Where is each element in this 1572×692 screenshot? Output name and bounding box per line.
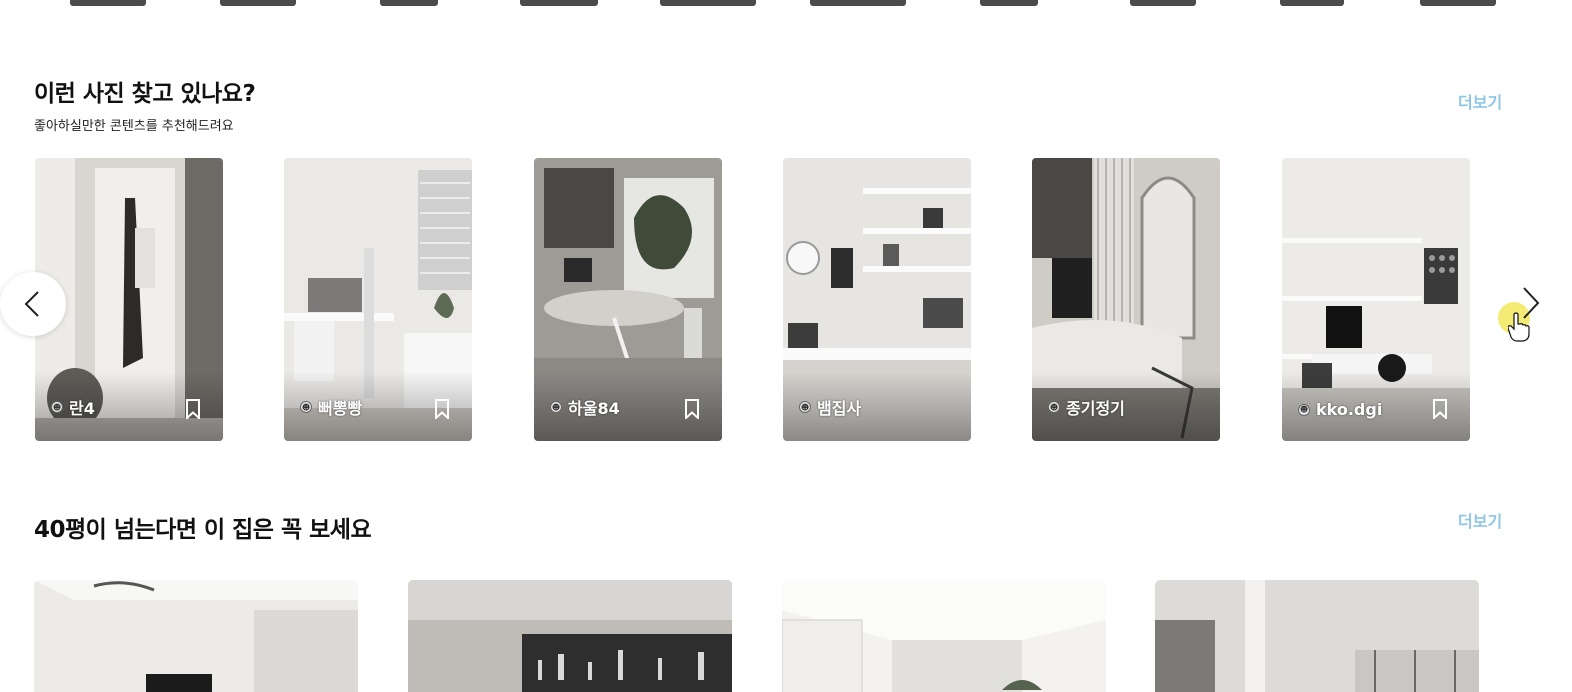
- avatar-icon: ☻: [300, 401, 312, 413]
- bookmark-icon[interactable]: [434, 399, 450, 419]
- category-nav-item[interactable]: [980, 0, 1038, 6]
- avatar-icon: ☻: [799, 401, 811, 413]
- card-author[interactable]: ☻ 뻐뽕빵: [300, 395, 362, 419]
- category-nav-item[interactable]: [810, 0, 906, 6]
- card-photo: [34, 580, 358, 692]
- avatar-icon: ☻: [1048, 401, 1060, 413]
- house-card[interactable]: [782, 580, 1106, 692]
- bookmark-icon[interactable]: [1432, 399, 1448, 419]
- photo-card[interactable]: ☻ 뱀집사: [783, 158, 971, 441]
- house-card[interactable]: [408, 580, 732, 692]
- category-nav-item[interactable]: [380, 0, 438, 6]
- card-photo: [1155, 580, 1479, 692]
- author-name: 하울84: [568, 399, 620, 418]
- chevron-left-icon: [24, 291, 39, 317]
- card-author[interactable]: ☻ 종기정기: [1048, 395, 1125, 419]
- bookmark-icon[interactable]: [684, 399, 700, 419]
- category-nav-item[interactable]: [1420, 0, 1496, 6]
- photo-card[interactable]: ☻ 하울84: [534, 158, 722, 441]
- author-name: 뻐뽕빵: [318, 399, 363, 418]
- category-nav-item[interactable]: [1280, 0, 1344, 6]
- avatar-icon: ☻: [550, 401, 562, 413]
- category-nav: [0, 0, 1572, 6]
- section-subtitle: 좋아하실만한 콘텐츠를 추천해드려요: [34, 119, 234, 134]
- house-card[interactable]: [34, 580, 358, 692]
- category-nav-item[interactable]: [1130, 0, 1196, 6]
- card-author[interactable]: ☻ kko.dgi: [1298, 400, 1382, 419]
- card-photo: [408, 580, 732, 692]
- avatar-icon: ☻: [51, 401, 63, 413]
- photo-card[interactable]: ☻ kko.dgi: [1282, 158, 1470, 441]
- more-link[interactable]: 더보기: [1458, 508, 1502, 532]
- category-nav-item[interactable]: [70, 0, 146, 6]
- category-nav-item[interactable]: [520, 0, 598, 6]
- author-name: kko.dgi: [1316, 400, 1383, 419]
- carousel-prev-button[interactable]: [0, 272, 66, 336]
- author-name: 뱀집사: [817, 399, 862, 418]
- card-author[interactable]: ☻ 하울84: [550, 395, 620, 419]
- section-title: 이런 사진 찾고 있나요?: [34, 81, 256, 107]
- more-link[interactable]: 더보기: [1458, 89, 1502, 113]
- avatar-icon: ☻: [1298, 403, 1310, 416]
- photo-card[interactable]: ☻ 뻐뽕빵: [284, 158, 472, 441]
- category-nav-item[interactable]: [660, 0, 756, 6]
- card-photo: [782, 580, 1106, 692]
- bookmark-icon[interactable]: [185, 399, 201, 419]
- section-title: 40평이 넘는다면 이 집은 꼭 보세요: [34, 517, 372, 543]
- author-name: 종기정기: [1066, 399, 1125, 418]
- card-author[interactable]: ☻ 뱀집사: [799, 395, 861, 419]
- pointer-hand-icon: [1508, 312, 1530, 342]
- author-name: 란4: [69, 399, 95, 418]
- card-author[interactable]: ☻ 란4: [51, 395, 95, 419]
- house-card[interactable]: [1155, 580, 1479, 692]
- category-nav-item[interactable]: [220, 0, 296, 6]
- photo-card[interactable]: ☻ 종기정기: [1032, 158, 1220, 441]
